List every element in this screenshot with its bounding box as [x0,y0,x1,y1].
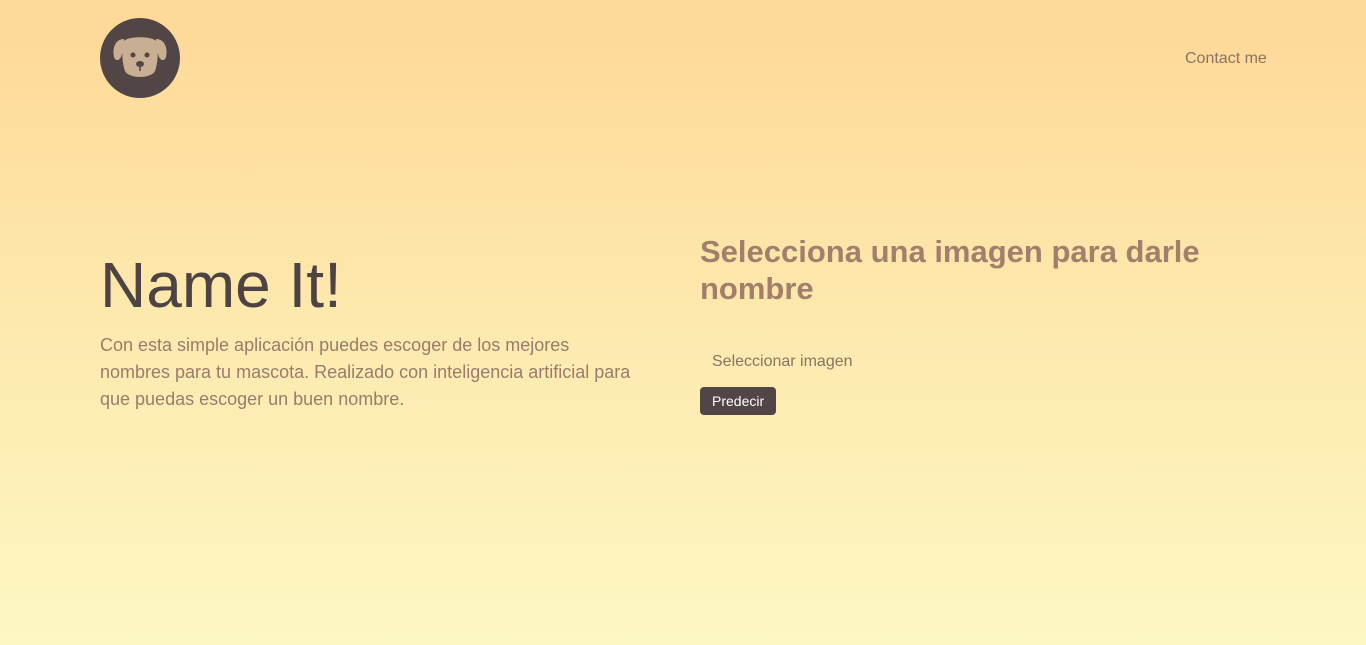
hero-section: Name It! Con esta simple aplicación pued… [100,250,640,413]
nav-contact-link[interactable]: Contact me [1185,50,1267,68]
predict-button[interactable]: Predecir [700,387,777,415]
page-title: Name It! [100,249,342,321]
dog-face-icon [113,37,167,77]
upload-title: Selecciona una imagen para darle nombre [700,234,1200,306]
hero-description: Con esta simple aplicación puedes escoge… [100,335,631,409]
upload-section: Selecciona una imagen para darle nombre … [700,233,1260,415]
logo[interactable] [100,18,180,98]
file-select-input[interactable]: Seleccionar imagen [700,353,853,371]
